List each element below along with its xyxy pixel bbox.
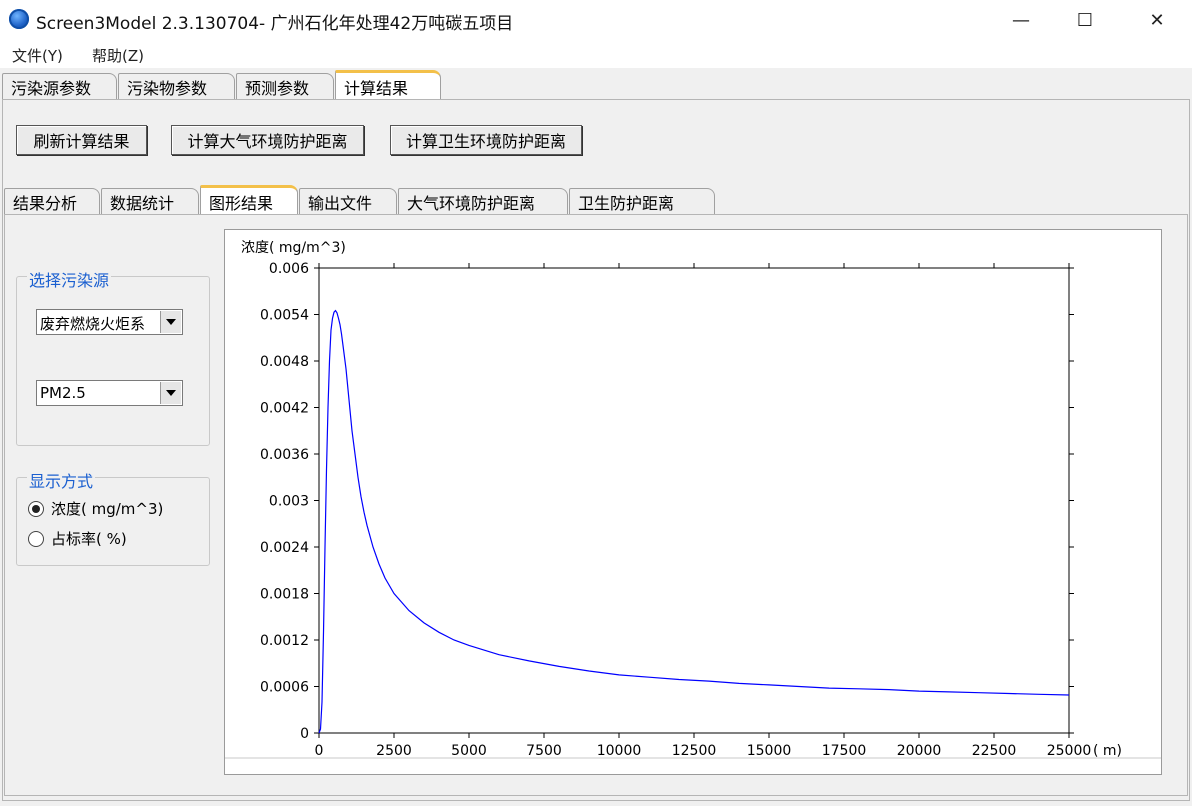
x-tick-label: 15000 (747, 743, 792, 759)
menu-bar: 文件(Y) 帮助(Z) (0, 40, 1192, 68)
chevron-down-icon[interactable] (160, 311, 181, 333)
x-tick-label: 7500 (526, 743, 562, 759)
app-icon (9, 9, 29, 29)
y-tick-label: 0.0018 (260, 587, 309, 603)
subtab-health-distance[interactable]: 卫生防护距离 (569, 188, 715, 215)
y-tick-label: 0.0054 (260, 308, 309, 324)
subtab-statistics[interactable]: 数据统计 (101, 188, 199, 215)
subtab-graph[interactable]: 图形结果 (200, 185, 298, 215)
y-tick-label: 0.0024 (260, 540, 309, 556)
tab-results[interactable]: 计算结果 (335, 70, 441, 100)
x-tick-label: 20000 (897, 743, 942, 759)
x-tick-label: 0 (315, 743, 324, 759)
series-line (318, 309, 1070, 734)
pollutant-select[interactable]: PM2.5 (36, 380, 183, 406)
display-group-title: 显示方式 (27, 468, 96, 492)
close-icon: ✕ (1149, 9, 1165, 31)
source-group-title: 选择污染源 (27, 267, 112, 291)
plot-frame (318, 267, 1070, 734)
x-tick-label: 25000 (1047, 743, 1092, 759)
y-tick-label: 0 (300, 726, 309, 742)
y-axis-label: 浓度( mg/m^3) (241, 240, 346, 256)
y-tick-label: 0.0042 (260, 401, 309, 417)
tab-source-params[interactable]: 污染源参数 (2, 73, 117, 100)
y-tick-label: 0.0036 (260, 447, 309, 463)
menu-file[interactable]: 文件(Y) (12, 45, 63, 66)
close-button[interactable]: ✕ (1134, 0, 1180, 40)
radio-ratio-label: 占标率( %) (51, 530, 127, 548)
chevron-down-icon[interactable] (160, 382, 181, 404)
maximize-icon: ☐ (1076, 9, 1094, 31)
y-tick-label: 0.006 (269, 261, 309, 277)
x-tick-label: 10000 (597, 743, 642, 759)
radio-ratio[interactable]: 占标率( %) (28, 528, 127, 549)
pollutant-select-value: PM2.5 (40, 384, 86, 402)
maximize-button[interactable]: ☐ (1062, 0, 1108, 40)
radio-checked-icon (28, 500, 44, 517)
display-groupbox: 显示方式 (16, 468, 210, 566)
subtab-analysis[interactable]: 结果分析 (4, 188, 100, 215)
subtab-output[interactable]: 输出文件 (299, 188, 397, 215)
subtab-air-distance[interactable]: 大气环境防护距离 (398, 188, 568, 215)
minimize-icon: — (1012, 9, 1030, 31)
window-title: Screen3Model 2.3.130704- 广州石化年处理42万吨碳五项目 (36, 14, 514, 34)
source-select[interactable]: 废弃燃烧火炬系 (36, 309, 183, 335)
tab-prediction-params[interactable]: 预测参数 (236, 73, 334, 100)
y-tick-label: 0.0012 (260, 633, 309, 649)
radio-concentration-label: 浓度( mg/m^3) (51, 500, 164, 518)
source-select-value: 废弃燃烧火炬系 (40, 315, 146, 333)
menu-help[interactable]: 帮助(Z) (92, 45, 144, 66)
x-tick-label: 2500 (376, 743, 412, 759)
minimize-button[interactable]: — (998, 0, 1044, 40)
radio-concentration[interactable]: 浓度( mg/m^3) (28, 498, 163, 519)
x-tick-label: 22500 (972, 743, 1017, 759)
y-tick-label: 0.003 (269, 494, 309, 510)
chart-container: 浓度( mg/m^3) 0 2500 5000 7500 10000 12500 15000… (224, 229, 1162, 775)
calc-health-distance-button[interactable]: 计算卫生环境防护距离 (390, 125, 582, 155)
x-tick-label: 17500 (822, 743, 867, 759)
y-tick-label: 0.0048 (260, 354, 309, 370)
refresh-results-button[interactable]: 刷新计算结果 (16, 125, 147, 155)
calc-air-distance-button[interactable]: 计算大气环境防护距离 (171, 125, 364, 155)
x-axis-label: ( m) (1093, 743, 1122, 759)
y-tick-label: 0.0006 (260, 680, 309, 696)
x-tick-label: 5000 (451, 743, 487, 759)
tab-pollutant-params[interactable]: 污染物参数 (118, 73, 235, 100)
radio-unchecked-icon (28, 530, 44, 547)
x-tick-label: 12500 (672, 743, 717, 759)
title-bar: Screen3Model 2.3.130704- 广州石化年处理42万吨碳五项目… (0, 0, 1192, 40)
concentration-chart: 浓度( mg/m^3) 0 2500 5000 7500 10000 12500 15000… (225, 240, 1161, 759)
source-groupbox: 选择污染源 (16, 267, 210, 446)
